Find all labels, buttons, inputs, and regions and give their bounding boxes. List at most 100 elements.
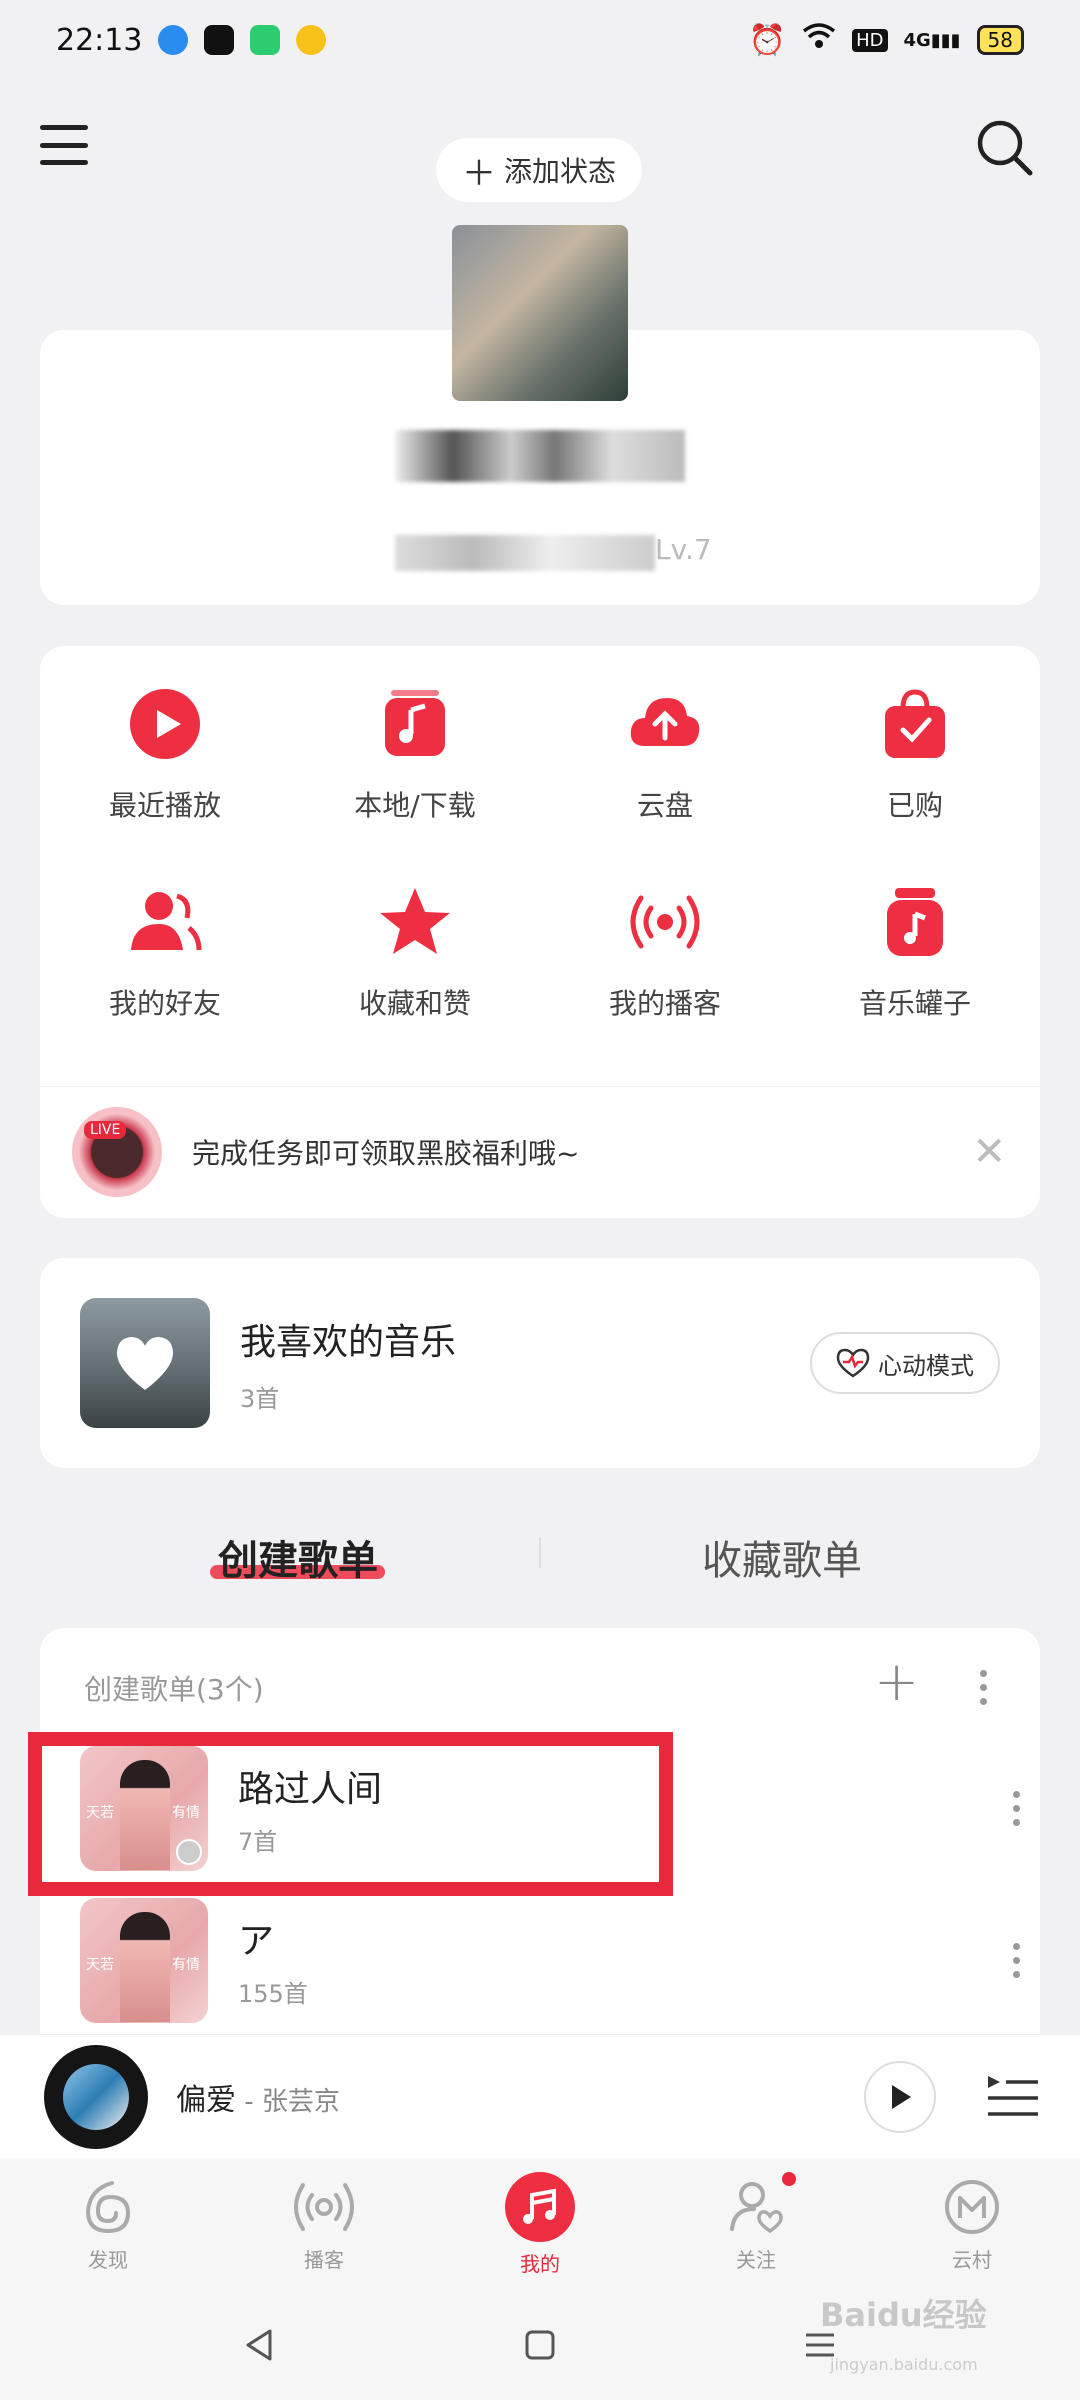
liked-music-count: 3首	[240, 1384, 280, 1413]
podcast-icon	[293, 2176, 355, 2238]
status-time: 22:13	[56, 22, 143, 58]
song-artist: - 张芸京	[236, 2086, 340, 2117]
playlist-more-icon[interactable]	[1013, 1943, 1020, 1978]
hd-badge: HD	[852, 28, 888, 52]
friends-icon	[131, 892, 202, 951]
cloud-village-icon	[941, 2176, 1003, 2238]
status-bar: 22:13 ⏰ HD 4G▮▮▮ 58	[0, 0, 1080, 80]
shortcut-purchased[interactable]: 已购	[790, 686, 1040, 824]
shortcut-local-download[interactable]: 本地/下载	[290, 686, 540, 824]
avatar[interactable]	[452, 225, 628, 401]
my-music-icon	[505, 2171, 575, 2242]
playlist-queue-icon[interactable]	[986, 2072, 1040, 2122]
shortcut-my-podcast[interactable]: 我的播客	[540, 884, 790, 1022]
discover-icon	[77, 2176, 139, 2238]
nav-label: 播客	[304, 2247, 344, 2272]
playlist-count: 155首	[238, 1980, 308, 2008]
banner-text[interactable]: 完成任务即可领取黑胶福利哦~	[192, 1132, 972, 1172]
playlist-section-header: 创建歌单(3个)	[84, 1673, 264, 1706]
nav-label: 关注	[736, 2247, 776, 2272]
user-info-blurred	[395, 535, 655, 571]
live-thumbnail[interactable]: LIVE	[72, 1107, 162, 1197]
nav-label: 云村	[952, 2247, 992, 2272]
tab-collected-playlists[interactable]: 收藏歌单	[702, 1528, 862, 1586]
heartbeat-icon	[836, 1348, 870, 1378]
baidu-watermark-url: jingyan.baidu.com	[830, 2355, 978, 2374]
user-level: Lv.7	[655, 533, 712, 566]
cloud-upload-icon	[630, 698, 700, 746]
nav-follow[interactable]: 关注	[648, 2171, 864, 2273]
play-button[interactable]	[864, 2060, 936, 2133]
add-playlist-icon[interactable]: +	[874, 1650, 919, 1713]
shortcut-label: 最近播放	[108, 789, 221, 822]
shortcut-grid: 最近播放 本地/下载 云盘 已购 我的好友 收藏和赞 我的播客 音乐罐子	[40, 686, 1040, 1022]
username-blurred	[395, 430, 685, 482]
shortcut-label: 收藏和赞	[358, 987, 471, 1020]
play-circle-icon	[130, 689, 200, 759]
shortcut-recent-play[interactable]: 最近播放	[40, 686, 290, 824]
shortcut-label: 音乐罐子	[858, 987, 971, 1020]
home-icon[interactable]	[520, 2325, 560, 2365]
shortcut-label: 我的好友	[108, 987, 221, 1020]
baidu-watermark: Baidu经验	[820, 2296, 987, 2334]
task-banner[interactable]: LIVE 完成任务即可领取黑胶福利哦~ ✕	[40, 1086, 1040, 1218]
highlight-box	[28, 1732, 673, 1896]
playlist-title: ア	[238, 1921, 275, 1962]
album-disc[interactable]	[44, 2044, 148, 2149]
nav-cloud-village[interactable]: 云村	[864, 2176, 1080, 2273]
menu-icon[interactable]	[40, 125, 88, 165]
mini-player[interactable]: 偏爱 - 张芸京	[0, 2034, 1080, 2158]
cover-text: 天若	[86, 1957, 114, 1973]
now-playing[interactable]: 偏爱 - 张芸京	[176, 2075, 864, 2119]
playlist-cover[interactable]: 天若 有情	[80, 1898, 208, 2023]
alarm-icon: ⏰	[748, 22, 787, 58]
tab-created-playlists[interactable]: 创建歌单	[218, 1528, 378, 1586]
nav-podcast[interactable]: 播客	[216, 2176, 432, 2273]
shortcut-label: 本地/下载	[354, 789, 476, 822]
nav-label: 发现	[88, 2247, 128, 2272]
browser-app-icon	[158, 25, 189, 55]
purchased-bag-icon	[885, 689, 945, 758]
weibo-app-icon	[296, 25, 327, 55]
shortcut-label: 已购	[886, 789, 943, 822]
shortcut-friends[interactable]: 我的好友	[40, 884, 290, 1022]
nav-label: 我的	[520, 2251, 560, 2276]
song-title: 偏爱	[176, 2082, 236, 2118]
close-icon[interactable]: ✕	[972, 1129, 1006, 1175]
star-icon	[380, 888, 450, 954]
local-music-icon	[385, 690, 445, 756]
playlist-section-more-icon[interactable]	[980, 1670, 987, 1705]
shortcut-cloud-drive[interactable]: 云盘	[540, 686, 790, 824]
liked-music-cover[interactable]	[80, 1298, 210, 1428]
search-icon[interactable]	[975, 118, 1035, 178]
follow-icon	[725, 2176, 787, 2238]
heartbeat-mode-label: 心动模式	[878, 1351, 974, 1380]
battery-icon: 58	[976, 25, 1024, 55]
playlist-more-icon[interactable]	[1013, 1791, 1020, 1826]
add-status-label: 添加状态	[503, 155, 616, 188]
cover-text: 有情	[172, 1957, 200, 1973]
tab-separator	[539, 1538, 541, 1568]
shortcut-label: 云盘	[636, 789, 693, 822]
nav-my-music[interactable]: 我的	[432, 2171, 648, 2277]
nav-discover[interactable]: 发现	[0, 2176, 216, 2273]
shortcut-label: 我的播客	[608, 987, 721, 1020]
wifi-icon	[802, 22, 836, 58]
plus-icon: ＋	[461, 153, 496, 194]
live-badge: LIVE	[84, 1121, 127, 1139]
bottom-navigation: 发现 播客 我的 关注 云村	[0, 2158, 1080, 2290]
shortcut-music-jar[interactable]: 音乐罐子	[790, 884, 1040, 1022]
back-icon[interactable]	[240, 2325, 280, 2365]
signal-icon: 4G▮▮▮	[903, 29, 961, 51]
liked-music-card[interactable]: 我喜欢的音乐 3首 心动模式	[40, 1258, 1040, 1468]
notification-dot	[782, 2171, 796, 2186]
shortcut-favorites[interactable]: 收藏和赞	[290, 884, 540, 1022]
playlist-row[interactable]: 天若 有情 ア 155首	[80, 1898, 1020, 2023]
tiktok-app-icon	[204, 25, 235, 55]
add-status-button[interactable]: ＋ 添加状态	[436, 138, 642, 202]
play-icon	[892, 2084, 911, 2109]
liked-music-title: 我喜欢的音乐	[240, 1321, 457, 1363]
green-app-icon	[250, 25, 281, 55]
heartbeat-mode-button[interactable]: 心动模式	[810, 1332, 1000, 1394]
music-jar-icon	[887, 888, 943, 956]
